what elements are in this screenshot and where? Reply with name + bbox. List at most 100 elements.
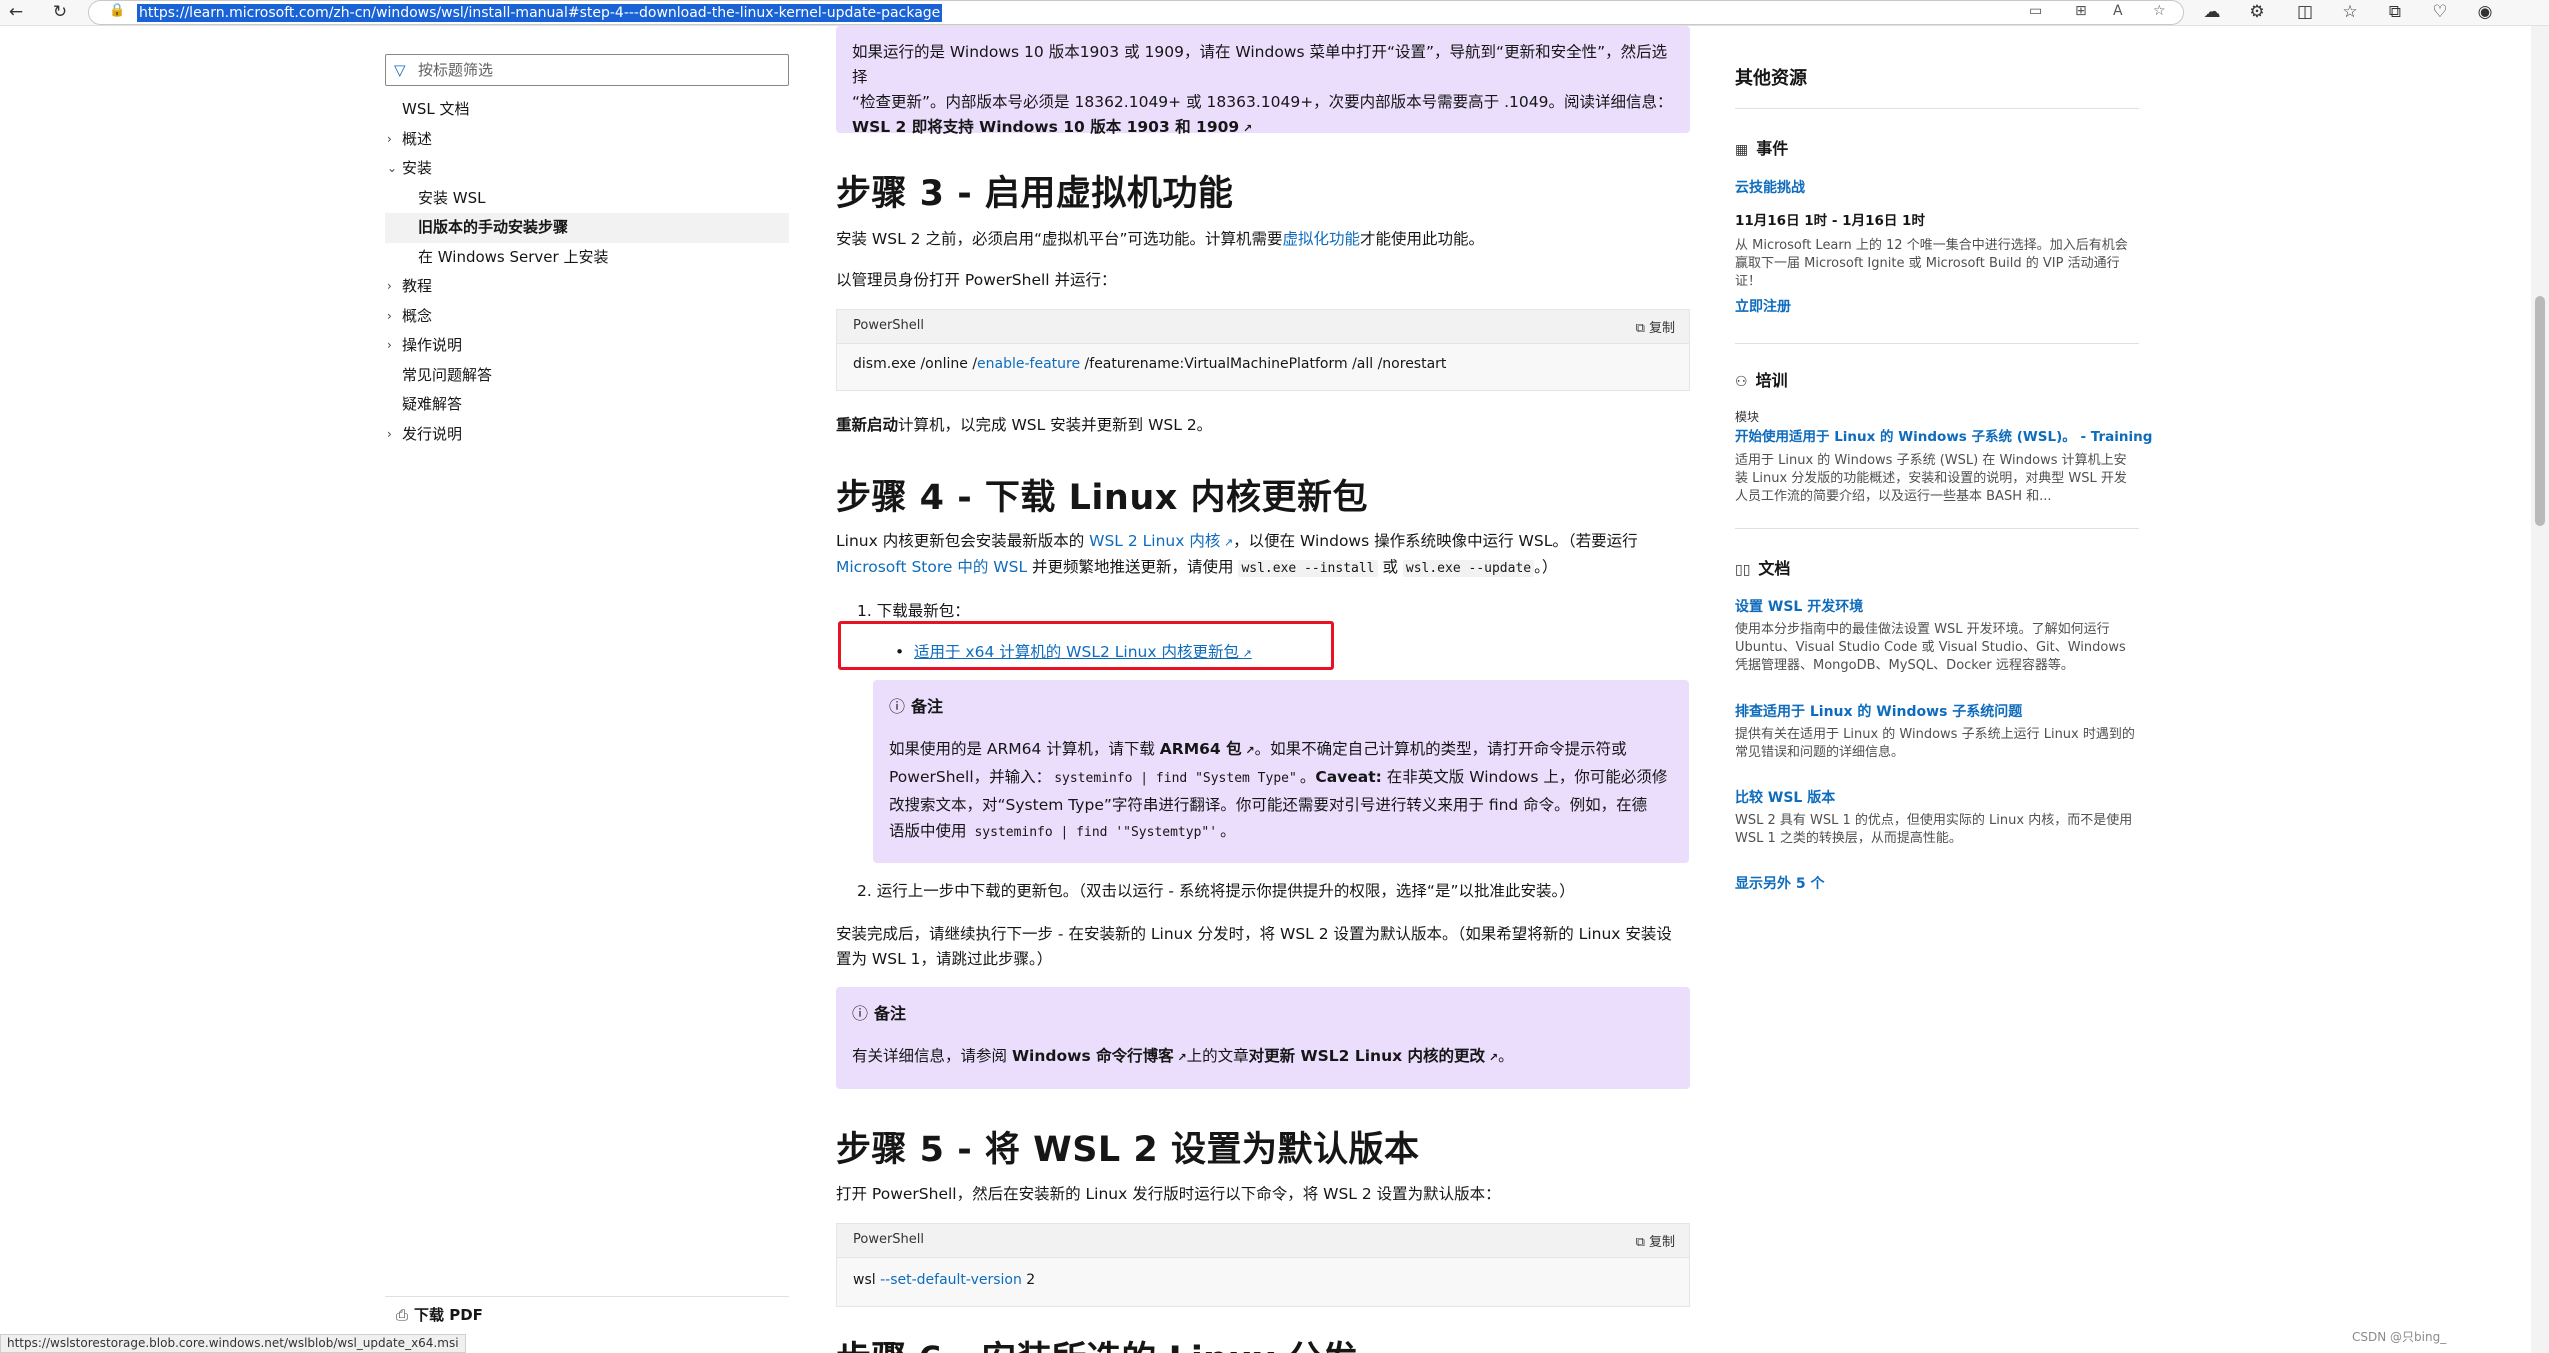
toc-item-concepts[interactable]: › 概念 xyxy=(385,302,789,332)
blog-note: ⓘ 备注 有关详细信息，请参阅 Windows 命令行博客 ↗上的文章对更新 WS… xyxy=(836,987,1690,1089)
toc-item-install[interactable]: ⌄ 安装 xyxy=(385,154,789,184)
event-date: 11月16日 1时 - 1月16日 1时 xyxy=(1735,213,1925,229)
toc-item-label: 疑难解答 xyxy=(402,395,463,413)
toc-item-windows-server[interactable]: 在 Windows Server 上安装 xyxy=(385,243,789,273)
code-block-default-version: PowerShell ⧉ 复制 wsl --set-default-versio… xyxy=(836,1223,1690,1307)
title-filter-input[interactable] xyxy=(418,59,778,81)
rail-divider xyxy=(1735,343,2139,344)
copy-button[interactable]: ⧉ 复制 xyxy=(1636,1231,1675,1250)
toc-item-tutorials[interactable]: › 教程 xyxy=(385,272,789,302)
list-item-2: 2. 运行上一步中下载的更新包。（双击以运行 - 系统将提示你提供提升的权限，选… xyxy=(857,882,1575,900)
extensions-icon[interactable]: ⚙ xyxy=(2245,1,2269,23)
toc-item-release-notes[interactable]: › 发行说明 xyxy=(385,420,789,450)
inline-code: wsl.exe --install xyxy=(1238,560,1378,577)
arm64-package-link[interactable]: ARM64 包 ↗ xyxy=(1160,740,1255,758)
wsl-store-link[interactable]: Microsoft Store 中的 WSL xyxy=(836,558,1027,576)
rail-divider xyxy=(1735,528,2139,529)
doc-link-compare[interactable]: 比较 WSL 版本 xyxy=(1735,787,1835,807)
highlight-box xyxy=(838,621,1334,670)
cloud-icon[interactable]: ☁ xyxy=(2200,1,2224,23)
step5-paragraph: 打开 PowerShell，然后在安装新的 Linux 发行版时运行以下命令，将… xyxy=(836,1185,1501,1203)
copy-button[interactable]: ⧉ 复制 xyxy=(1636,317,1675,336)
toc-item-label: 安装 xyxy=(402,159,433,177)
toc-item-label: 操作说明 xyxy=(402,336,463,354)
arm64-note-line1: 如果使用的是 ARM64 计算机，请下载 ARM64 包 ↗。如果不确定自己计算… xyxy=(889,740,1627,758)
address-bar[interactable]: 🔒 https://learn.microsoft.com/zh-cn/wind… xyxy=(88,0,2184,25)
toc-item-wsl-docs[interactable]: WSL 文档 xyxy=(385,95,789,125)
rail-title: 其他资源 xyxy=(1735,68,1807,89)
qr-code-icon[interactable]: ⊞ xyxy=(2075,3,2087,19)
cmdline-blog-link[interactable]: Windows 命令行博客 ↗ xyxy=(1012,1047,1187,1065)
training-link[interactable]: 开始使用适用于 Linux 的 Windows 子系统 (WSL)。 - Tra… xyxy=(1735,425,2152,445)
code-language: PowerShell xyxy=(853,1232,925,1247)
code-block-header: PowerShell ⧉ 复制 xyxy=(837,1224,1689,1258)
status-bar-url: https://wslstorestorage.blob.core.window… xyxy=(0,1334,466,1353)
chevron-right-icon: › xyxy=(387,426,392,441)
read-aloud-icon[interactable]: A xyxy=(2113,3,2123,19)
training-icon: ⚇ xyxy=(1735,374,1748,390)
toc-item-install-wsl[interactable]: 安装 WSL xyxy=(385,184,789,214)
wsl2-kernel-link[interactable]: WSL 2 Linux 内核 ↗ xyxy=(1089,532,1233,550)
toc-item-label: 常见问题解答 xyxy=(402,365,493,384)
address-url[interactable]: https://learn.microsoft.com/zh-cn/window… xyxy=(137,4,943,22)
rail-divider xyxy=(1735,108,2139,109)
toc-item-how-to[interactable]: › 操作说明 xyxy=(385,331,789,361)
split-screen-icon[interactable]: ◫ xyxy=(2293,1,2317,23)
register-link[interactable]: 立即注册 xyxy=(1735,296,1791,316)
doc-link-dev-env[interactable]: 设置 WSL 开发环境 xyxy=(1735,596,1863,616)
toc-item-overview[interactable]: › 概述 xyxy=(385,125,789,155)
show-more-link[interactable]: 显示另外 5 个 xyxy=(1735,873,1825,893)
lock-icon: 🔒 xyxy=(109,3,126,18)
blog-note-text: 有关详细信息，请参阅 Windows 命令行博客 ↗上的文章对更新 WSL2 L… xyxy=(852,1047,1514,1065)
inline-code: systeminfo | find '"Systemtyp"' xyxy=(974,825,1218,840)
toc-item-troubleshooting[interactable]: 疑难解答 xyxy=(385,390,789,420)
kernel-changes-link[interactable]: 对更新 WSL2 Linux 内核的更改 ↗ xyxy=(1249,1047,1498,1065)
toc-item-label: 概述 xyxy=(402,129,433,148)
scrollbar-thumb[interactable] xyxy=(2535,296,2545,526)
doc-description: 使用本分步指南中的最佳做法设置 WSL 开发环境。了解如何运行 Ubuntu、V… xyxy=(1735,622,2126,673)
step3-paragraph: 安装 WSL 2 之前，必须启用“虚拟机平台”可选功能。计算机需要虚拟化功能才能… xyxy=(836,230,1485,248)
toc-item-label: 发行说明 xyxy=(402,424,463,443)
app-available-icon[interactable]: ▭ xyxy=(2029,3,2042,19)
browser-essentials-icon[interactable]: ♡ xyxy=(2428,1,2452,23)
download-pdf-link[interactable]: ⎙ 下载 PDF xyxy=(396,1304,483,1325)
event-link[interactable]: 云技能挑战 xyxy=(1735,177,1805,197)
chevron-right-icon: › xyxy=(387,131,392,146)
doc-link-troubleshoot[interactable]: 排查适用于 Linux 的 Windows 子系统问题 xyxy=(1735,701,2022,721)
events-heading: ▦ 事件 xyxy=(1735,139,1789,158)
favorite-star-icon[interactable]: ☆ xyxy=(2153,3,2166,19)
step4-paragraph: Linux 内核更新包会安装最新版本的 WSL 2 Linux 内核 ↗，以便在… xyxy=(836,532,1638,577)
title-filter[interactable]: ▽ xyxy=(385,54,789,86)
scrollbar-track[interactable] xyxy=(2531,26,2549,1353)
after-install-paragraph: 安装完成后，请继续执行下一步 - 在安装新的 Linux 分发时，将 WSL 2… xyxy=(836,925,1672,968)
inline-code: systeminfo | find "System Type" xyxy=(1054,771,1297,786)
top-note-line1: 如果运行的是 Windows 10 版本1903 或 1909，请在 Windo… xyxy=(852,43,1668,86)
copy-icon: ⧉ xyxy=(1635,1235,1649,1250)
top-note: 如果运行的是 Windows 10 版本1903 或 1909，请在 Windo… xyxy=(836,26,1690,136)
note-title: ⓘ 备注 xyxy=(889,697,944,716)
edge-copilot-icon[interactable]: ◉ xyxy=(2473,1,2497,23)
watermark: CSDN @只bing_ xyxy=(2352,1330,2447,1344)
chevron-down-icon: ⌄ xyxy=(387,161,398,175)
top-note-link[interactable]: WSL 2 即将支持 Windows 10 版本 1903 和 1909 ↗ xyxy=(852,118,1252,136)
training-kind: 模块 xyxy=(1735,410,1760,424)
code-line: dism.exe /online /enable-feature /featur… xyxy=(853,356,1447,372)
nav-divider xyxy=(385,1296,789,1297)
toc-item-label: 教程 xyxy=(402,277,433,295)
refresh-icon[interactable]: ↻ xyxy=(48,1,72,23)
virtualization-link[interactable]: 虚拟化功能 xyxy=(1283,230,1361,248)
training-description: 适用于 Linux 的 Windows 子系统 (WSL) 在 Windows … xyxy=(1735,453,2127,504)
doc-description: 提供有关在适用于 Linux 的 Windows 子系统上运行 Linux 时遇… xyxy=(1735,727,2135,760)
external-link-icon: ↗ xyxy=(1220,536,1234,549)
toc-item-manual-install[interactable]: 旧版本的手动安装步骤 xyxy=(385,213,789,243)
browser-toolbar: ← ↻ 🔒 https://learn.microsoft.com/zh-cn/… xyxy=(0,0,2549,26)
code-block-dism: PowerShell ⧉ 复制 dism.exe /online /enable… xyxy=(836,309,1690,391)
back-icon[interactable]: ← xyxy=(4,1,28,23)
toc-item-label: 旧版本的手动安装步骤 xyxy=(418,218,569,236)
favorites-icon[interactable]: ☆ xyxy=(2338,1,2362,23)
inline-code: wsl.exe --update xyxy=(1402,560,1535,577)
external-link-icon: ↗ xyxy=(1239,122,1253,135)
code-line: wsl --set-default-version 2 xyxy=(853,1272,1036,1288)
toc-item-faq[interactable]: 常见问题解答 xyxy=(385,361,789,391)
collections-icon[interactable]: ⧉ xyxy=(2383,1,2407,23)
